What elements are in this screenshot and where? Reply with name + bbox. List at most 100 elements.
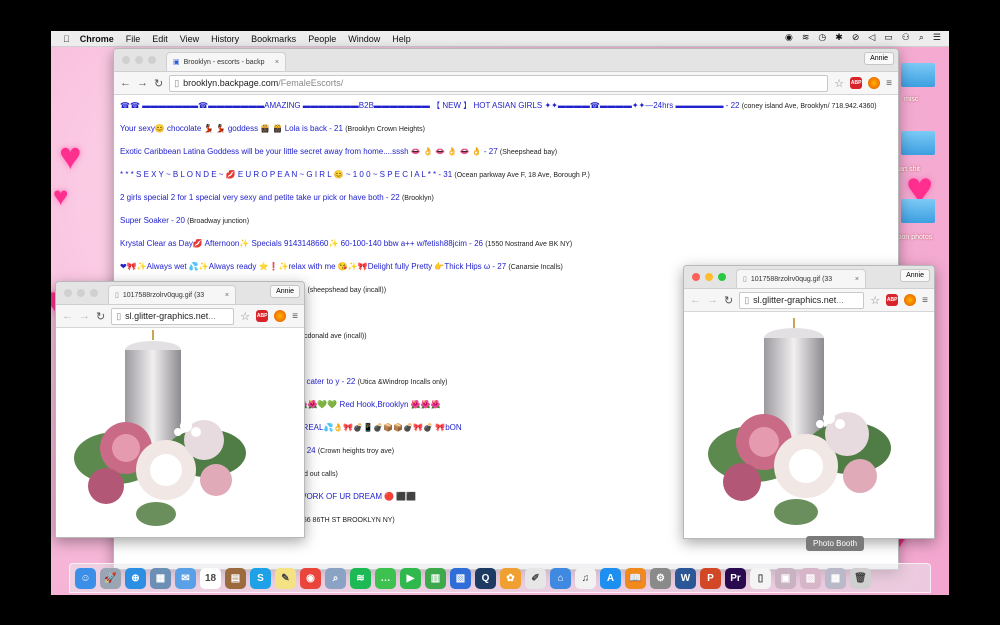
battery-icon[interactable]: ▭ [884, 32, 893, 43]
messages-icon[interactable]: … [375, 567, 396, 589]
trash-icon[interactable]: 🗑 [850, 567, 871, 589]
document-icon[interactable]: ▯ [750, 567, 771, 589]
minimize-window-button[interactable] [705, 273, 713, 281]
close-window-button[interactable] [122, 56, 130, 64]
menu-file[interactable]: File [126, 34, 141, 44]
appstore-icon[interactable]: A [600, 567, 621, 589]
back-icon[interactable]: ← [120, 77, 131, 89]
listing-link[interactable]: * * * S E X Y ~ B L O N D E ~ 💋 E U R O … [120, 170, 452, 179]
premiere-icon[interactable]: Pr [725, 567, 746, 589]
wifi-icon[interactable]: ≋ [802, 32, 810, 43]
adblock-icon[interactable]: ABP [886, 294, 899, 306]
chrome-menu-icon[interactable]: ≡ [922, 295, 928, 306]
minimize-window-button[interactable] [135, 56, 143, 64]
volume-icon[interactable]: ◁ [868, 32, 875, 43]
profile-button[interactable]: Annie [900, 269, 930, 282]
back-icon[interactable]: ← [690, 294, 701, 306]
word-icon[interactable]: W [675, 567, 696, 589]
launchpad-icon[interactable]: 🚀 [100, 567, 121, 589]
menu-people[interactable]: People [308, 34, 336, 44]
close-tab-icon[interactable]: × [225, 292, 229, 299]
listing-item[interactable]: Super Soaker - 20 (Broadway junction) [120, 215, 892, 227]
photo-booth-icon[interactable]: ▣ [775, 567, 796, 589]
photos-icon[interactable]: ✿ [500, 567, 521, 589]
profile-button[interactable]: Annie [270, 285, 300, 298]
chrome-menu-icon[interactable]: ≡ [292, 311, 298, 322]
chrome-icon[interactable]: ◉ [300, 567, 321, 589]
adblock-icon[interactable]: ABP [256, 310, 269, 322]
keynote-icon[interactable]: ▧ [450, 567, 471, 589]
listing-link[interactable]: ❤🎀✨Always wet 💦✨Always ready ⭐❗✨relax wi… [120, 262, 506, 271]
close-window-button[interactable] [64, 289, 72, 297]
minimize-window-button[interactable] [77, 289, 85, 297]
listing-item[interactable]: 2 girls special 2 for 1 special very sex… [120, 192, 892, 204]
adblock-icon[interactable]: ABP [850, 77, 863, 89]
downloads-icon[interactable]: ▨ [800, 567, 821, 589]
extension-fox-icon[interactable] [904, 294, 917, 306]
extension-fox-icon[interactable] [274, 310, 287, 322]
menu-edit[interactable]: Edit [152, 34, 168, 44]
listing-item[interactable]: Krystal Clear as Day💋 Afternoon✨ Special… [120, 238, 892, 250]
safari-icon[interactable]: ⊕ [125, 567, 146, 589]
system-preferences-icon[interactable]: ⚙ [650, 567, 671, 589]
apple-icon[interactable]:  [63, 34, 70, 44]
bookmark-star-icon[interactable]: ☆ [240, 310, 250, 323]
notes-book-icon[interactable]: ▤ [225, 567, 246, 589]
forward-icon[interactable]: → [137, 77, 148, 89]
tab-gif[interactable]: ▯ 1017588rzolrv0qug.gif (33 × [736, 269, 866, 288]
tab-backpage[interactable]: ▣ Brooklyn - escorts - backp × [166, 52, 286, 71]
listing-link[interactable]: Super Soaker - 20 [120, 216, 185, 225]
menu-bookmarks[interactable]: Bookmarks [251, 34, 296, 44]
calendar-icon[interactable]: 18 [200, 567, 221, 589]
bookmark-star-icon[interactable]: ☆ [834, 77, 844, 90]
itunes-icon[interactable]: ♫ [575, 567, 596, 589]
listing-link[interactable]: Your sexy😊 chocolate 💃🏿 💃🏿 goddess 👸🏿 👸🏿… [120, 124, 343, 133]
keynote2-icon[interactable]: ⌂ [550, 567, 571, 589]
powerpoint-icon[interactable]: P [700, 567, 721, 589]
extension-fox-icon[interactable] [868, 77, 881, 89]
address-bar[interactable]: ▯ sl.glitter-graphics.net... [111, 307, 235, 325]
chrome-menu-icon[interactable]: ≡ [886, 78, 892, 89]
reload-icon[interactable]: ↻ [724, 294, 733, 307]
folder-icon[interactable] [901, 199, 935, 223]
search-icon[interactable]: ⌕ [919, 32, 924, 43]
dnd-icon[interactable]: ⊘ [852, 32, 860, 43]
listing-link[interactable]: ☎☎ ▬▬▬▬▬▬▬☎▬▬▬▬▬▬▬AMAZING ▬▬▬▬▬▬▬B2B▬▬▬▬… [120, 101, 739, 110]
stack-icon[interactable]: ▦ [825, 567, 846, 589]
stickies-icon[interactable]: ✐ [525, 567, 546, 589]
bookmark-star-icon[interactable]: ☆ [870, 294, 880, 307]
address-bar[interactable]: ▯ brooklyn.backpage.com/FemaleEscorts/ [169, 74, 829, 92]
reload-icon[interactable]: ↻ [154, 77, 163, 90]
address-bar[interactable]: ▯ sl.glitter-graphics.net... [739, 291, 865, 309]
menu-window[interactable]: Window [348, 34, 380, 44]
folder-icon[interactable] [901, 131, 935, 155]
facetime-icon[interactable]: ▶ [400, 567, 421, 589]
preview-icon[interactable]: ▦ [150, 567, 171, 589]
zoom-window-button[interactable] [148, 56, 156, 64]
preview2-icon[interactable]: ⌕ [325, 567, 346, 589]
menu-app-name[interactable]: Chrome [80, 34, 114, 44]
listing-link[interactable]: 2 girls special 2 for 1 special very sex… [120, 193, 400, 202]
numbers-icon[interactable]: ▥ [425, 567, 446, 589]
list-icon[interactable]: ☰ [933, 32, 941, 43]
listing-item[interactable]: Exotic Caribbean Latina Goddess will be … [120, 146, 892, 158]
listing-link[interactable]: Krystal Clear as Day💋 Afternoon✨ Special… [120, 239, 483, 248]
listing-item[interactable]: ☎☎ ▬▬▬▬▬▬▬☎▬▬▬▬▬▬▬AMAZING ▬▬▬▬▬▬▬B2B▬▬▬▬… [120, 100, 892, 112]
listing-item[interactable]: * * * S E X Y ~ B L O N D E ~ 💋 E U R O … [120, 169, 892, 181]
back-icon[interactable]: ← [62, 310, 73, 322]
listing-link[interactable]: Exotic Caribbean Latina Goddess will be … [120, 147, 498, 156]
forward-icon[interactable]: → [707, 294, 718, 306]
spotify-icon[interactable]: ≋ [350, 567, 371, 589]
zoom-window-button[interactable] [718, 273, 726, 281]
menu-view[interactable]: View [180, 34, 199, 44]
zoom-window-button[interactable] [90, 289, 98, 297]
forward-icon[interactable]: → [79, 310, 90, 322]
folder-icon[interactable] [901, 63, 935, 87]
bluetooth-icon[interactable]: ✱ [835, 32, 843, 43]
skype-icon[interactable]: S [250, 567, 271, 589]
reload-icon[interactable]: ↻ [96, 310, 105, 323]
ibooks-icon[interactable]: 📖 [625, 567, 646, 589]
user-icon[interactable]: ⚇ [902, 32, 910, 43]
close-tab-icon[interactable]: × [855, 276, 859, 283]
finder-icon[interactable]: ☺ [75, 567, 96, 589]
